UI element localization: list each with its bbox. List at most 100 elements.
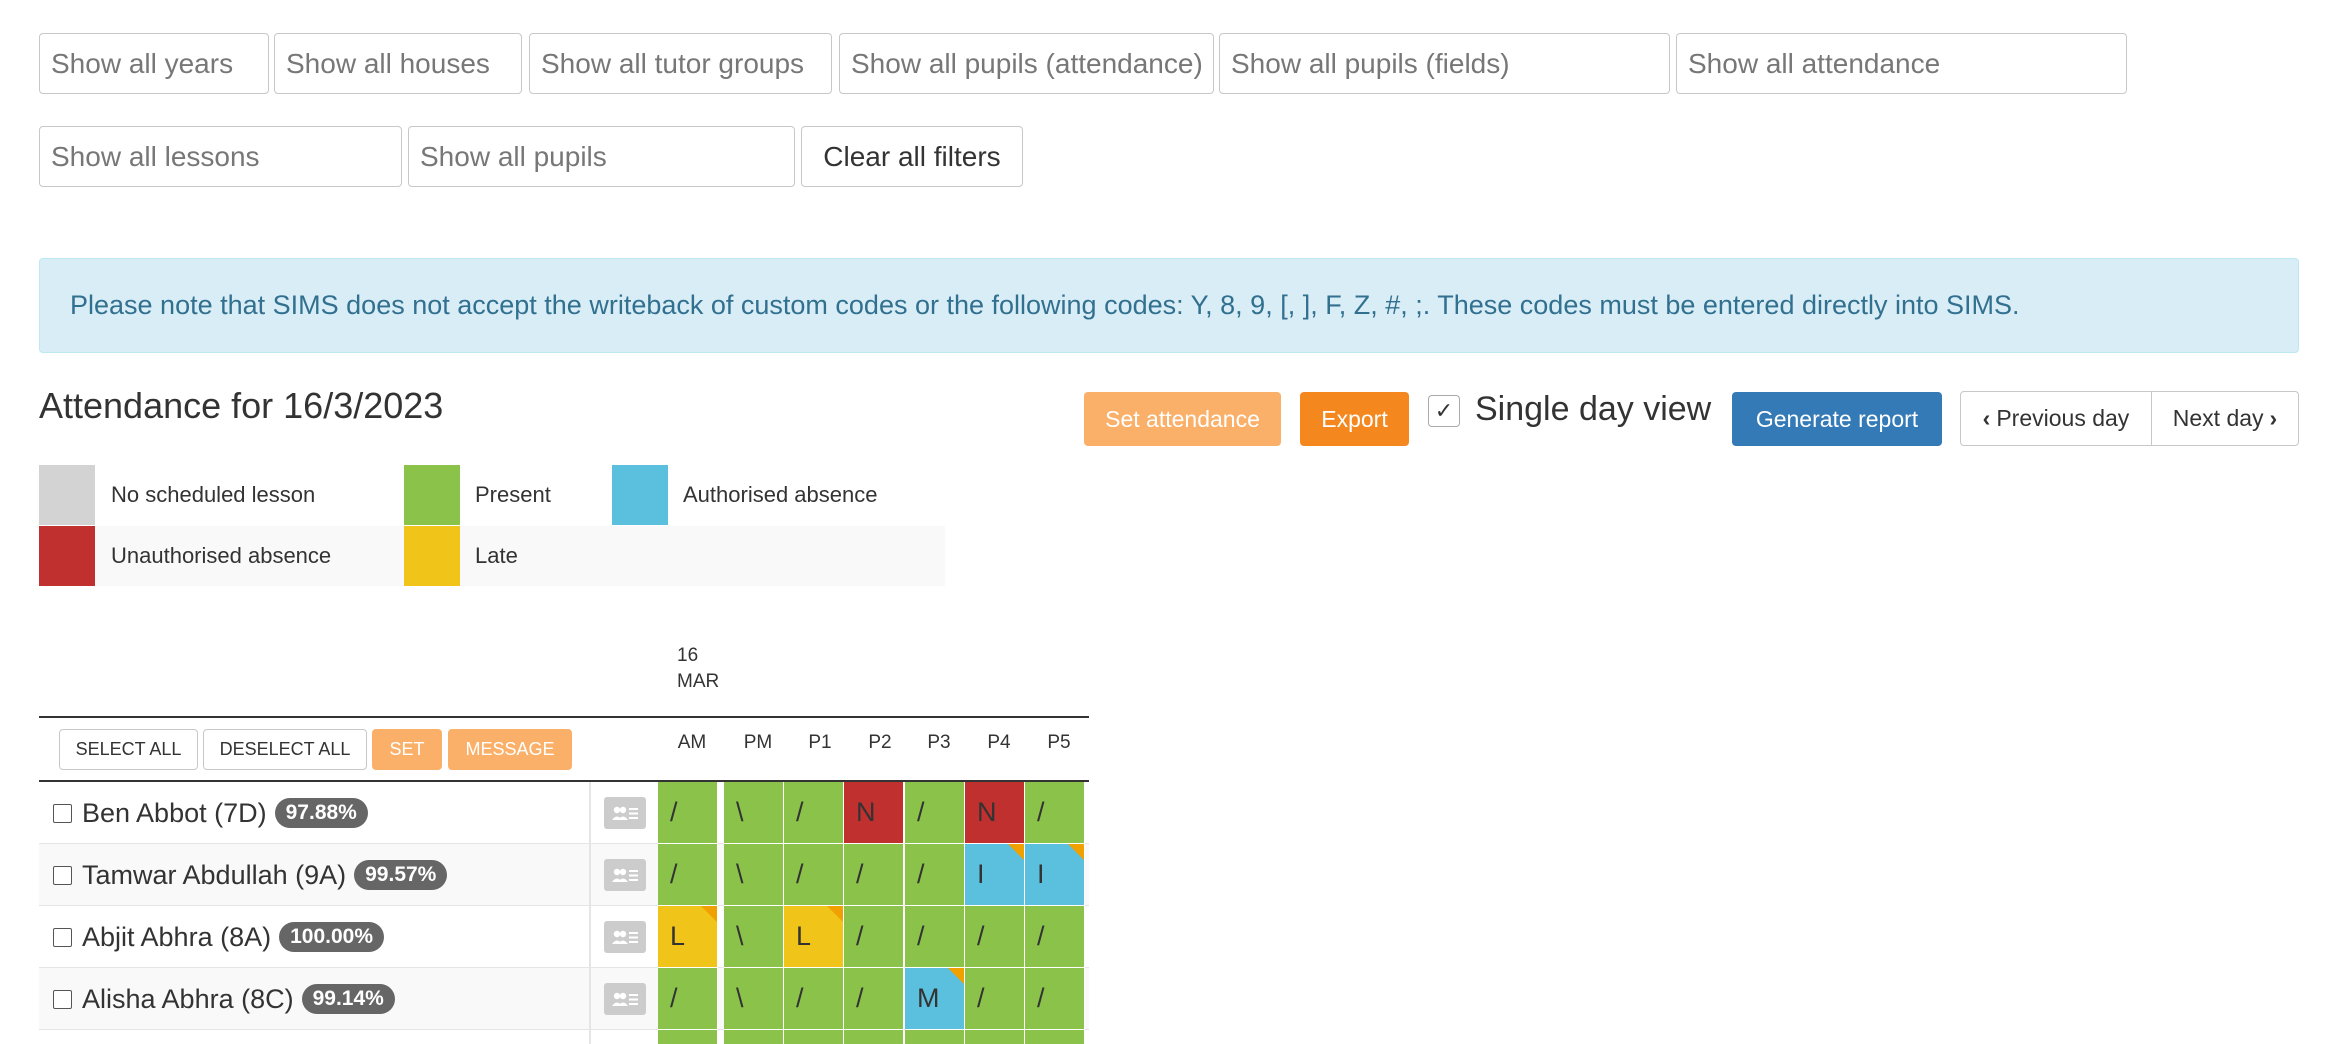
attendance-cell-partial[interactable] — [844, 1030, 904, 1044]
attendance-code: / — [917, 859, 925, 889]
pupils-filter[interactable]: Show all pupils — [408, 126, 795, 187]
authorised-label: Authorised absence — [683, 482, 878, 507]
table-row: Ben Abbot (7D) 97.88% / \ / N / N / — [39, 782, 1089, 844]
attendance-code: / — [856, 921, 864, 951]
pupils-fields-filter[interactable]: Show all pupils (fields) — [1219, 33, 1670, 94]
attendance-cell-p1[interactable]: / — [784, 844, 844, 906]
attendance-cell-am[interactable]: / — [658, 844, 718, 906]
attendance-code: / — [917, 921, 925, 951]
attendance-code: \ — [736, 921, 744, 951]
period-header: P2 — [868, 732, 892, 753]
attendance-cell-p2[interactable]: / — [844, 968, 904, 1030]
note-marker-icon — [1008, 844, 1024, 860]
chevron-left-icon: ‹ — [1982, 405, 1991, 431]
attendance-code: I — [1037, 859, 1045, 889]
note-marker-icon — [948, 968, 964, 984]
pupil-name-cell: Ben Abbot (7D) 97.88% — [53, 782, 368, 844]
row-checkbox[interactable] — [53, 927, 72, 947]
export-button[interactable]: Export — [1300, 392, 1409, 446]
tutor-groups-filter[interactable]: Show all tutor groups — [529, 33, 832, 94]
set-button[interactable]: SET — [372, 729, 442, 770]
page-title: Attendance for 16/3/2023 — [39, 385, 444, 426]
attendance-percentage-badge: 99.14% — [301, 984, 395, 1014]
attendance-cell-p4[interactable]: I — [965, 844, 1025, 906]
message-button[interactable]: MESSAGE — [448, 729, 572, 770]
attendance-cell-pm[interactable]: \ — [724, 968, 784, 1030]
attendance-cell-p3[interactable]: / — [905, 844, 965, 906]
attendance-cell-p3[interactable]: M — [905, 968, 965, 1030]
next-day-button[interactable]: Next day › — [2152, 392, 2298, 445]
period-header: P3 — [927, 732, 951, 753]
attendance-cell-p3[interactable]: / — [905, 782, 965, 844]
row-checkbox[interactable] — [53, 865, 72, 885]
attendance-cell-pm[interactable]: \ — [724, 844, 784, 906]
period-header: PM — [743, 732, 773, 753]
attendance-cell-partial[interactable] — [784, 1030, 844, 1044]
table-row: Alisha Abhra (8C) 99.14% / \ / / M / / — [39, 968, 1089, 1030]
attendance-cell-partial[interactable] — [724, 1030, 784, 1044]
attendance-code: \ — [736, 983, 744, 1013]
select-all-button[interactable]: SELECT ALL — [59, 729, 198, 770]
single-day-checkbox[interactable]: ✓ — [1428, 395, 1460, 427]
pupils-attendance-filter[interactable]: Show all pupils (attendance) — [839, 33, 1214, 94]
attendance-cell-p5[interactable]: I — [1025, 844, 1085, 906]
attendance-cell-am[interactable]: / — [658, 782, 718, 844]
table-row: Abjit Abhra (8A) 100.00% L \ L / / / / — [39, 906, 1089, 968]
no-lesson-swatch — [39, 465, 95, 525]
attendance-code: / — [796, 797, 804, 827]
attendance-code: / — [670, 797, 678, 827]
attendance-code: L — [670, 921, 686, 951]
attendance-code: L — [796, 921, 812, 951]
note-marker-icon — [1068, 844, 1084, 860]
attendance-cell-p2[interactable]: / — [844, 906, 904, 968]
unauthorised-swatch — [39, 526, 95, 586]
pupil-name: Abjit Abhra (8A) — [82, 921, 272, 952]
attendance-code: N — [856, 797, 876, 827]
attendance-filter[interactable]: Show all attendance — [1676, 33, 2127, 94]
deselect-all-button[interactable]: DESELECT ALL — [203, 729, 367, 770]
attendance-cell-am[interactable]: L — [658, 906, 718, 968]
attendance-cell-partial[interactable] — [905, 1030, 965, 1044]
attendance-cell-p4[interactable]: / — [965, 906, 1025, 968]
years-filter[interactable]: Show all years — [39, 33, 269, 94]
generate-report-button[interactable]: Generate report — [1732, 392, 1942, 446]
note-marker-icon — [827, 906, 843, 922]
set-attendance-button[interactable]: Set attendance — [1084, 392, 1281, 446]
attendance-cell-p5[interactable]: / — [1025, 782, 1085, 844]
attendance-cell-partial[interactable] — [965, 1030, 1025, 1044]
attendance-cell-p1[interactable]: / — [784, 968, 844, 1030]
attendance-cell-partial[interactable] — [1025, 1030, 1085, 1044]
attendance-cell-p1[interactable]: L — [784, 906, 844, 968]
lessons-filter[interactable]: Show all lessons — [39, 126, 402, 187]
attendance-cell-p5[interactable]: / — [1025, 968, 1085, 1030]
attendance-cell-p2[interactable]: N — [844, 782, 904, 844]
contact-card-icon[interactable] — [604, 983, 646, 1015]
attendance-cell-partial[interactable] — [658, 1030, 718, 1044]
attendance-cell-pm[interactable]: \ — [724, 906, 784, 968]
contact-card-icon[interactable] — [604, 797, 646, 829]
row-checkbox[interactable] — [53, 803, 72, 823]
note-marker-icon — [701, 906, 717, 922]
attendance-cell-am[interactable]: / — [658, 968, 718, 1030]
attendance-code: / — [670, 859, 678, 889]
houses-filter[interactable]: Show all houses — [274, 33, 522, 94]
attendance-cell-p2[interactable]: / — [844, 844, 904, 906]
contact-card-icon[interactable] — [604, 859, 646, 891]
attendance-code: / — [796, 983, 804, 1013]
attendance-cell-p4[interactable]: N — [965, 782, 1025, 844]
attendance-cell-p4[interactable]: / — [965, 968, 1025, 1030]
clear-filters-button[interactable]: Clear all filters — [801, 126, 1023, 187]
attendance-code: \ — [736, 859, 744, 889]
no-lesson-label: No scheduled lesson — [111, 482, 316, 507]
contact-card-icon[interactable] — [604, 921, 646, 953]
pupil-name-cell: Tamwar Abdullah (9A) 99.57% — [53, 844, 448, 906]
attendance-cell-p1[interactable]: / — [784, 782, 844, 844]
column-separator — [589, 782, 591, 1044]
attendance-cell-p3[interactable]: / — [905, 906, 965, 968]
attendance-cell-pm[interactable]: \ — [724, 782, 784, 844]
attendance-cell-p5[interactable]: / — [1025, 906, 1085, 968]
row-checkbox[interactable] — [53, 989, 72, 1009]
pupil-name-cell: Alisha Abhra (8C) 99.14% — [53, 968, 395, 1030]
previous-day-button[interactable]: ‹ Previous day — [1961, 392, 2152, 445]
period-header: P4 — [987, 732, 1011, 753]
